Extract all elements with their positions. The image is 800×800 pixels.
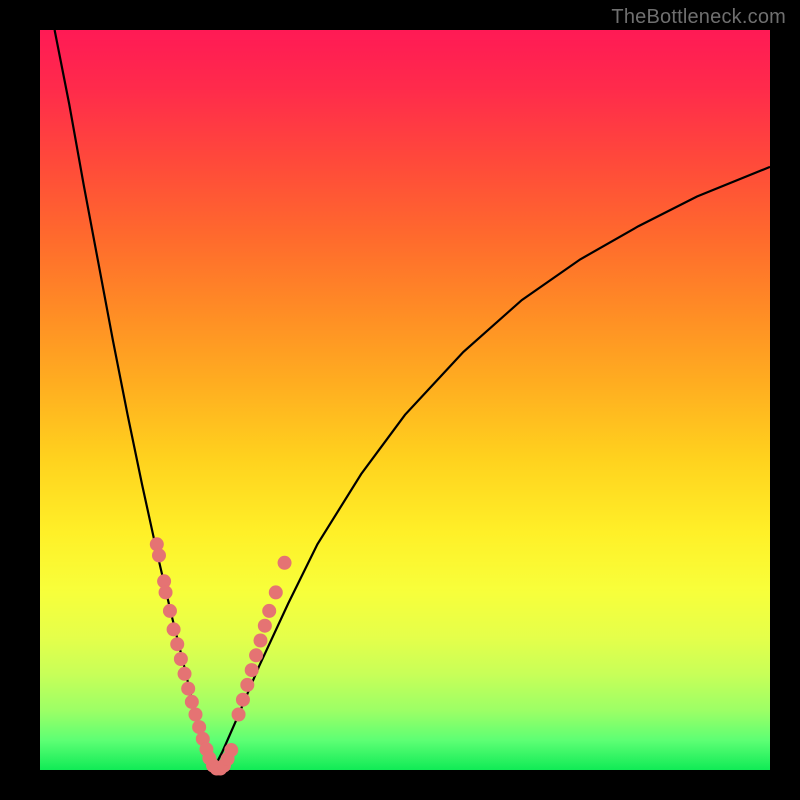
data-point xyxy=(253,634,267,648)
data-point xyxy=(152,548,166,562)
data-point xyxy=(269,585,283,599)
data-point xyxy=(170,637,184,651)
data-points xyxy=(150,537,292,775)
curve-layer xyxy=(40,30,770,770)
curve-left xyxy=(55,30,213,770)
data-point xyxy=(181,682,195,696)
data-point xyxy=(188,708,202,722)
data-point xyxy=(232,708,246,722)
data-point xyxy=(163,604,177,618)
data-point xyxy=(174,652,188,666)
data-point xyxy=(278,556,292,570)
data-point xyxy=(249,648,263,662)
data-point xyxy=(192,720,206,734)
data-point xyxy=(178,667,192,681)
data-point xyxy=(258,619,272,633)
data-point xyxy=(167,622,181,636)
data-point xyxy=(185,695,199,709)
watermark-text: TheBottleneck.com xyxy=(611,6,786,29)
chart-frame: TheBottleneck.com xyxy=(0,0,800,800)
plot-area xyxy=(40,30,770,770)
data-point xyxy=(262,604,276,618)
data-point xyxy=(245,663,259,677)
data-point xyxy=(159,585,173,599)
data-point xyxy=(236,693,250,707)
data-point xyxy=(224,743,238,757)
curve-right xyxy=(213,167,770,770)
data-point xyxy=(240,678,254,692)
